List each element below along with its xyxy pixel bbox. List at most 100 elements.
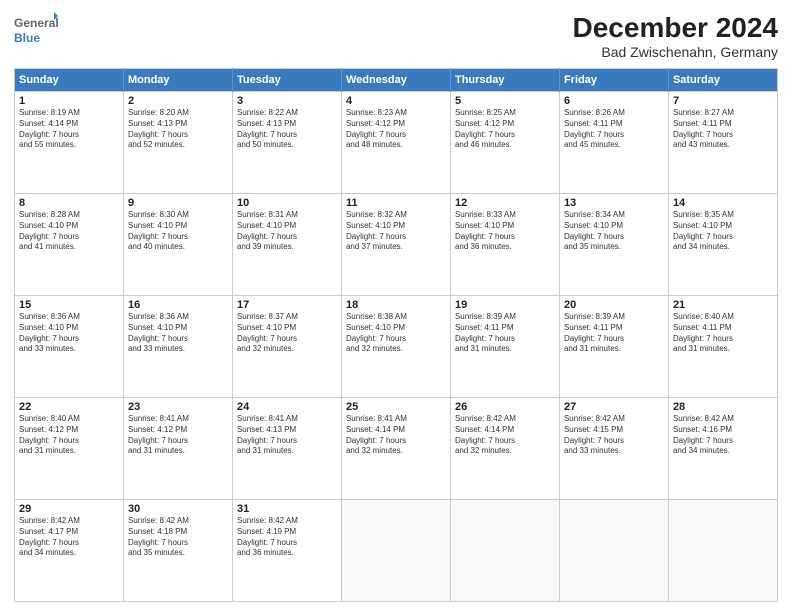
header-thursday: Thursday xyxy=(450,69,559,92)
day-number: 21 xyxy=(673,299,773,311)
cell-text-line: Sunset: 4:10 PM xyxy=(564,221,664,232)
day-number: 9 xyxy=(128,197,228,209)
cell-text-line: Daylight: 7 hours xyxy=(455,334,555,345)
cell-text-line: Sunrise: 8:26 AM xyxy=(564,108,664,119)
cell-text-line: Daylight: 7 hours xyxy=(237,436,337,447)
cell-text-line: Sunrise: 8:39 AM xyxy=(455,312,555,323)
day-number: 6 xyxy=(564,95,664,107)
cell-text-line: and 31 minutes. xyxy=(128,446,228,457)
day-number: 12 xyxy=(455,197,555,209)
day-number: 3 xyxy=(237,95,337,107)
cell-text-line: Sunrise: 8:31 AM xyxy=(237,210,337,221)
cell-text-line: Sunrise: 8:30 AM xyxy=(128,210,228,221)
logo: General Blue xyxy=(14,12,58,48)
cell-text-line: Sunset: 4:14 PM xyxy=(455,425,555,436)
cell-text-line: Sunset: 4:11 PM xyxy=(455,323,555,334)
calendar-cell: 29Sunrise: 8:42 AMSunset: 4:17 PMDayligh… xyxy=(15,500,124,602)
cell-text-line: Daylight: 7 hours xyxy=(237,538,337,549)
day-number: 18 xyxy=(346,299,446,311)
cell-text-line: Daylight: 7 hours xyxy=(19,232,119,243)
cell-text-line: and 35 minutes. xyxy=(128,548,228,559)
calendar-cell xyxy=(559,500,668,602)
day-number: 10 xyxy=(237,197,337,209)
cell-text-line: Sunset: 4:17 PM xyxy=(19,527,119,538)
calendar-cell: 16Sunrise: 8:36 AMSunset: 4:10 PMDayligh… xyxy=(123,296,232,398)
logo-graphic: General Blue xyxy=(14,12,58,48)
cell-text-line: Sunset: 4:16 PM xyxy=(673,425,773,436)
cell-text-line: and 32 minutes. xyxy=(237,344,337,355)
day-number: 16 xyxy=(128,299,228,311)
cell-text-line: Sunset: 4:13 PM xyxy=(237,119,337,130)
calendar-cell: 11Sunrise: 8:32 AMSunset: 4:10 PMDayligh… xyxy=(341,194,450,296)
day-number: 20 xyxy=(564,299,664,311)
calendar-cell: 21Sunrise: 8:40 AMSunset: 4:11 PMDayligh… xyxy=(668,296,777,398)
cell-text-line: and 32 minutes. xyxy=(346,446,446,457)
header-monday: Monday xyxy=(123,69,232,92)
cell-text-line: Sunset: 4:10 PM xyxy=(673,221,773,232)
cell-text-line: and 48 minutes. xyxy=(346,140,446,151)
day-number: 15 xyxy=(19,299,119,311)
cell-text-line: and 32 minutes. xyxy=(455,446,555,457)
cell-text-line: and 35 minutes. xyxy=(564,242,664,253)
calendar-cell: 9Sunrise: 8:30 AMSunset: 4:10 PMDaylight… xyxy=(123,194,232,296)
cell-text-line: Sunset: 4:18 PM xyxy=(128,527,228,538)
day-number: 29 xyxy=(19,503,119,515)
day-number: 17 xyxy=(237,299,337,311)
cell-text-line: and 37 minutes. xyxy=(346,242,446,253)
header-saturday: Saturday xyxy=(668,69,777,92)
header-tuesday: Tuesday xyxy=(232,69,341,92)
cell-text-line: Sunset: 4:12 PM xyxy=(19,425,119,436)
cell-text-line: Sunset: 4:10 PM xyxy=(455,221,555,232)
cell-text-line: Sunrise: 8:40 AM xyxy=(19,414,119,425)
cell-text-line: Sunrise: 8:38 AM xyxy=(346,312,446,323)
cell-text-line: and 46 minutes. xyxy=(455,140,555,151)
day-number: 25 xyxy=(346,401,446,413)
cell-text-line: Sunrise: 8:37 AM xyxy=(237,312,337,323)
calendar-cell: 23Sunrise: 8:41 AMSunset: 4:12 PMDayligh… xyxy=(123,398,232,500)
cell-text-line: and 36 minutes. xyxy=(455,242,555,253)
cell-text-line: Daylight: 7 hours xyxy=(19,334,119,345)
calendar-cell: 25Sunrise: 8:41 AMSunset: 4:14 PMDayligh… xyxy=(341,398,450,500)
calendar-week-w2: 8Sunrise: 8:28 AMSunset: 4:10 PMDaylight… xyxy=(15,194,778,296)
cell-text-line: Daylight: 7 hours xyxy=(346,232,446,243)
day-number: 22 xyxy=(19,401,119,413)
cell-text-line: and 33 minutes. xyxy=(564,446,664,457)
day-number: 27 xyxy=(564,401,664,413)
calendar-body: 1Sunrise: 8:19 AMSunset: 4:14 PMDaylight… xyxy=(15,92,778,602)
cell-text-line: Daylight: 7 hours xyxy=(19,538,119,549)
calendar-cell: 6Sunrise: 8:26 AMSunset: 4:11 PMDaylight… xyxy=(559,92,668,194)
day-number: 23 xyxy=(128,401,228,413)
cell-text-line: Daylight: 7 hours xyxy=(673,232,773,243)
cell-text-line: Sunset: 4:11 PM xyxy=(673,119,773,130)
cell-text-line: Daylight: 7 hours xyxy=(564,232,664,243)
cell-text-line: Sunset: 4:10 PM xyxy=(346,323,446,334)
cell-text-line: Sunset: 4:11 PM xyxy=(564,323,664,334)
calendar-cell: 1Sunrise: 8:19 AMSunset: 4:14 PMDaylight… xyxy=(15,92,124,194)
cell-text-line: Sunrise: 8:42 AM xyxy=(673,414,773,425)
calendar-cell: 12Sunrise: 8:33 AMSunset: 4:10 PMDayligh… xyxy=(450,194,559,296)
title-area: December 2024 Bad Zwischenahn, Germany xyxy=(573,12,778,60)
cell-text-line: Sunrise: 8:25 AM xyxy=(455,108,555,119)
cell-text-line: Sunrise: 8:42 AM xyxy=(237,516,337,527)
calendar-cell: 19Sunrise: 8:39 AMSunset: 4:11 PMDayligh… xyxy=(450,296,559,398)
cell-text-line: Daylight: 7 hours xyxy=(346,436,446,447)
day-number: 5 xyxy=(455,95,555,107)
cell-text-line: Sunrise: 8:27 AM xyxy=(673,108,773,119)
calendar-cell: 15Sunrise: 8:36 AMSunset: 4:10 PMDayligh… xyxy=(15,296,124,398)
day-number: 8 xyxy=(19,197,119,209)
cell-text-line: Sunset: 4:19 PM xyxy=(237,527,337,538)
calendar-cell xyxy=(450,500,559,602)
cell-text-line: and 41 minutes. xyxy=(19,242,119,253)
calendar-cell: 20Sunrise: 8:39 AMSunset: 4:11 PMDayligh… xyxy=(559,296,668,398)
day-number: 24 xyxy=(237,401,337,413)
cell-text-line: Sunrise: 8:36 AM xyxy=(128,312,228,323)
calendar-cell: 2Sunrise: 8:20 AMSunset: 4:13 PMDaylight… xyxy=(123,92,232,194)
cell-text-line: Sunrise: 8:41 AM xyxy=(237,414,337,425)
cell-text-line: Daylight: 7 hours xyxy=(673,130,773,141)
calendar-week-w5: 29Sunrise: 8:42 AMSunset: 4:17 PMDayligh… xyxy=(15,500,778,602)
cell-text-line: and 55 minutes. xyxy=(19,140,119,151)
header-friday: Friday xyxy=(559,69,668,92)
cell-text-line: Sunrise: 8:28 AM xyxy=(19,210,119,221)
cell-text-line: and 31 minutes. xyxy=(455,344,555,355)
cell-text-line: Daylight: 7 hours xyxy=(455,130,555,141)
